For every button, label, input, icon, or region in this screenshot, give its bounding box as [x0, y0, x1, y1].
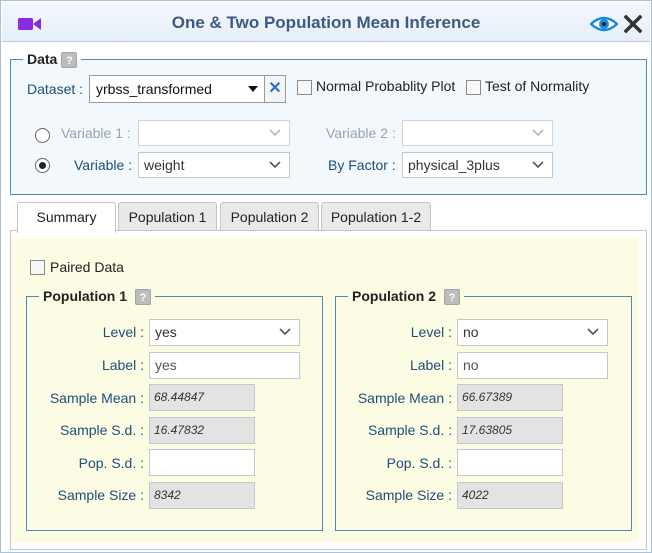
- normality-test-label: Test of Normality: [485, 78, 590, 94]
- tab-population-1-2[interactable]: Population 1-2: [321, 202, 431, 231]
- pop2-size-label: Sample Size :: [365, 487, 452, 503]
- pop1-size-value: 8342: [149, 482, 255, 509]
- pop2-size-value: 4022: [457, 482, 563, 509]
- pop1-mean-value: 68.44847: [149, 384, 255, 411]
- pop1-label-input[interactable]: yes: [149, 352, 300, 379]
- pop2-popsd-input[interactable]: [457, 449, 563, 476]
- pop1-level-value: yes: [155, 324, 177, 340]
- dialog-title: One & Two Population Mean Inference: [171, 13, 481, 32]
- pop1-mean-label: Sample Mean :: [49, 390, 144, 406]
- by-factor-label: By Factor :: [328, 157, 396, 173]
- variable-factor-radio[interactable]: [35, 158, 50, 173]
- dataset-label: Dataset :: [27, 81, 84, 97]
- pop2-label-label: Label :: [409, 357, 452, 373]
- variable2-select[interactable]: [402, 120, 553, 146]
- population-2-legend-text: Population 2: [352, 288, 436, 304]
- tab-population-2[interactable]: Population 2: [220, 202, 319, 231]
- variable2-label: Variable 2 :: [326, 125, 396, 141]
- pop2-sd-value: 17.63805: [457, 417, 563, 444]
- pop1-sd-label: Sample S.d. :: [59, 422, 144, 438]
- pop1-level-select[interactable]: yes: [149, 319, 300, 346]
- paired-data-label: Paired Data: [50, 259, 124, 275]
- help-icon[interactable]: ?: [61, 52, 78, 69]
- normal-plot-checkbox[interactable]: [297, 80, 312, 95]
- population-1-legend: Population 1?: [39, 288, 155, 306]
- data-legend-text: Data: [27, 51, 58, 67]
- pop1-sd-value: 16.47832: [149, 417, 255, 444]
- pop1-popsd-input[interactable]: [149, 449, 255, 476]
- help-icon[interactable]: ?: [135, 289, 151, 306]
- by-factor-value: physical_3plus: [408, 157, 500, 173]
- tab-summary[interactable]: Summary: [17, 202, 116, 233]
- chevron-down-icon: [279, 328, 291, 336]
- dataset-select[interactable]: yrbss_transformed: [89, 75, 265, 103]
- paired-data-checkbox[interactable]: [30, 260, 45, 275]
- chevron-down-icon: [532, 129, 544, 137]
- data-legend: Data?: [23, 51, 81, 69]
- chevron-down-icon: [532, 161, 544, 169]
- chevron-down-icon: [587, 328, 599, 336]
- variable-label: Variable :: [74, 157, 133, 173]
- pop2-label-input[interactable]: no: [457, 352, 608, 379]
- population-2-legend: Population 2?: [348, 288, 464, 306]
- variable1-label: Variable 1 :: [61, 125, 131, 141]
- pop1-level-label: Level :: [102, 324, 144, 340]
- dataset-value: yrbss_transformed: [96, 81, 212, 97]
- pop1-size-label: Sample Size :: [57, 487, 144, 503]
- pop1-label-label: Label :: [101, 357, 144, 373]
- dialog-window: One & Two Population Mean Inference Data…: [0, 0, 652, 553]
- pop2-mean-value: 66.67389: [457, 384, 563, 411]
- pop1-popsd-label: Pop. S.d. :: [78, 455, 144, 471]
- two-variable-radio[interactable]: [35, 128, 50, 143]
- pop2-sd-label: Sample S.d. :: [367, 422, 452, 438]
- clear-dataset-button[interactable]: ✕: [264, 75, 286, 103]
- pop2-mean-label: Sample Mean :: [357, 390, 452, 406]
- eye-icon[interactable]: [590, 15, 618, 33]
- caret-down-icon: [248, 86, 258, 92]
- variable-value: weight: [144, 157, 185, 173]
- pop2-popsd-label: Pop. S.d. :: [386, 455, 452, 471]
- title-bar: One & Two Population Mean Inference: [2, 2, 650, 42]
- help-icon[interactable]: ?: [444, 289, 460, 306]
- tab-population-1[interactable]: Population 1: [118, 202, 217, 231]
- normal-plot-label: Normal Probablity Plot: [316, 78, 456, 94]
- normality-test-checkbox[interactable]: [466, 80, 481, 95]
- pop2-level-label: Level :: [410, 324, 452, 340]
- variable-select[interactable]: weight: [138, 152, 290, 178]
- variable1-select[interactable]: [138, 120, 290, 146]
- population-1-legend-text: Population 1: [43, 288, 127, 304]
- chevron-down-icon: [269, 129, 281, 137]
- pop2-level-select[interactable]: no: [457, 319, 608, 346]
- chevron-down-icon: [269, 161, 281, 169]
- by-factor-select[interactable]: physical_3plus: [402, 152, 553, 178]
- close-icon[interactable]: [624, 15, 642, 33]
- pop2-level-value: no: [463, 324, 479, 340]
